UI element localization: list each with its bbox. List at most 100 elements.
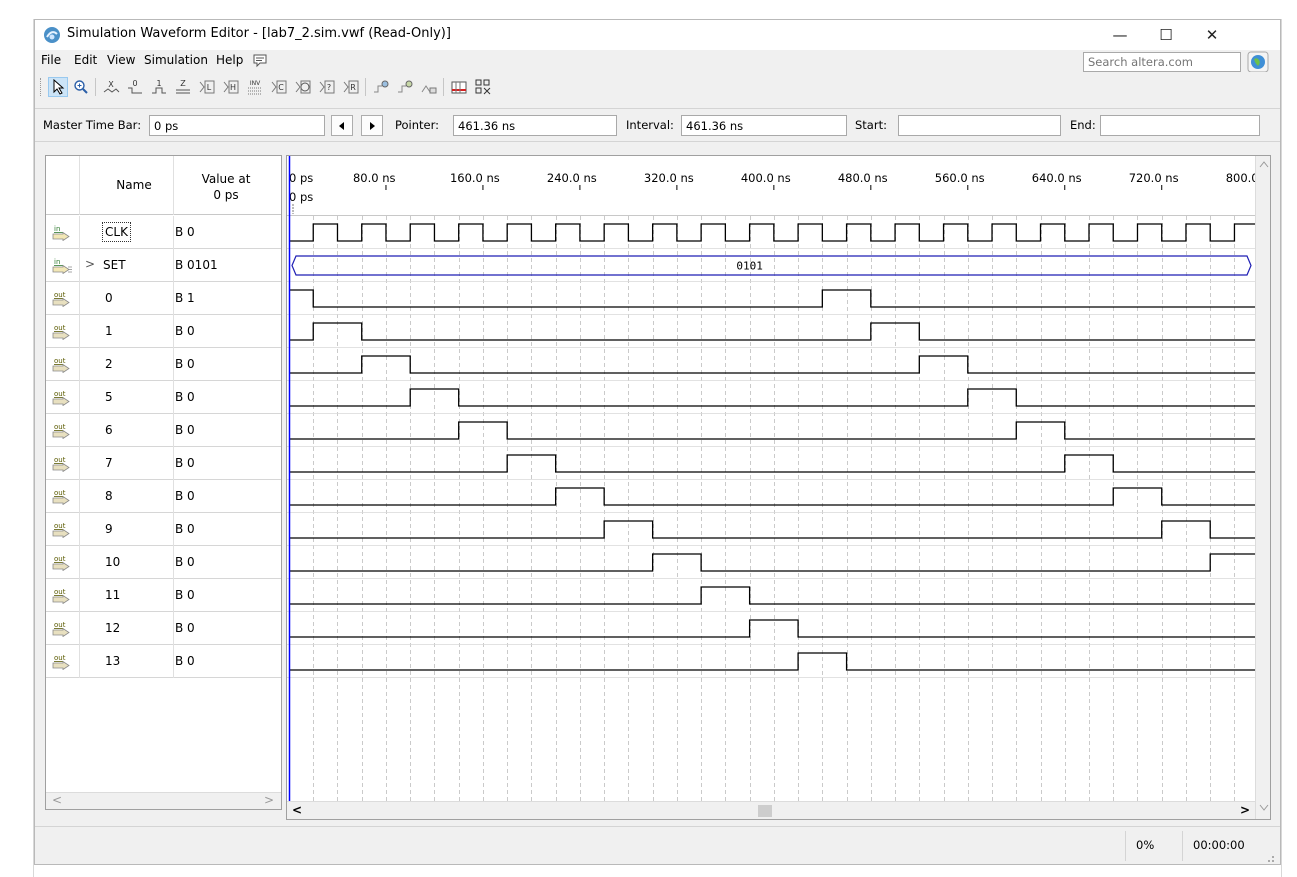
menu-view[interactable]: View: [107, 53, 135, 67]
signal-row[interactable]: in > SET B 0101: [46, 249, 281, 282]
menu-simulation[interactable]: Simulation: [144, 53, 208, 67]
window-title: Simulation Waveform Editor - [lab7_2.sim…: [67, 26, 451, 41]
weak-low-button[interactable]: L: [197, 77, 217, 97]
value-header-line2: 0 ps: [213, 188, 239, 202]
next-transition-button[interactable]: [361, 115, 383, 136]
clock-value-button[interactable]: [293, 77, 313, 97]
signal-name: 10: [105, 555, 121, 569]
toolbar-grip: [40, 78, 43, 96]
input-pin-icon: in: [52, 225, 70, 241]
quartus-app-icon: [44, 27, 60, 43]
signal-row[interactable]: out 2 B 0: [46, 348, 281, 381]
signal-row[interactable]: out 5 B 0: [46, 381, 281, 414]
search-input[interactable]: [1083, 52, 1241, 72]
pointer-input[interactable]: [453, 115, 617, 136]
value-column-header[interactable]: Value at 0 ps: [191, 171, 261, 203]
signal-row[interactable]: in CLK B 0: [46, 216, 281, 249]
output-pin-icon: out: [52, 357, 70, 373]
insert-node-button[interactable]: [395, 77, 415, 97]
signal-row[interactable]: out 6 B 0: [46, 414, 281, 447]
column-separator: [79, 612, 80, 645]
signal-list-horizontal-scrollbar[interactable]: < >: [46, 792, 281, 809]
signal-name: 13: [105, 654, 121, 668]
unknown-value-button[interactable]: X: [101, 77, 121, 97]
scroll-right-arrow[interactable]: >: [1240, 803, 1250, 817]
feedback-icon[interactable]: [252, 53, 268, 69]
output-pin-icon: out: [52, 621, 70, 637]
signal-list-panel: Name Value at 0 ps in CLK B 0 in > SET B 0101 o…: [45, 155, 282, 810]
minimize-button[interactable]: —: [1097, 20, 1143, 50]
svg-text:out: out: [54, 522, 66, 530]
svg-text:0: 0: [132, 79, 137, 88]
column-separator: [79, 513, 80, 546]
title-bar[interactable]: Simulation Waveform Editor - [lab7_2.sim…: [35, 20, 1280, 50]
scroll-up-icon[interactable]: [1259, 160, 1269, 168]
svg-text:out: out: [54, 423, 66, 431]
invert-button[interactable]: INV: [245, 77, 265, 97]
scroll-right-arrow[interactable]: >: [264, 793, 274, 807]
signal-row[interactable]: out 8 B 0: [46, 480, 281, 513]
output-pin-icon: out: [52, 423, 70, 439]
signal-name: 11: [105, 588, 121, 602]
grid-size-button[interactable]: [449, 77, 469, 97]
high-impedance-button[interactable]: Z: [173, 77, 193, 97]
close-button[interactable]: ✕: [1189, 20, 1235, 50]
column-separator: [173, 315, 174, 348]
zoom-tool-button[interactable]: [71, 77, 91, 97]
signal-row[interactable]: out 7 B 0: [46, 447, 281, 480]
scroll-down-icon[interactable]: [1259, 804, 1269, 812]
menu-edit[interactable]: Edit: [74, 53, 97, 67]
waveform-vertical-scrollbar[interactable]: [1255, 156, 1270, 819]
globe-icon[interactable]: [1247, 51, 1269, 73]
output-pin-icon: out: [52, 555, 70, 571]
group-icon: [475, 79, 491, 95]
menu-bar: File Edit View Simulation Help: [35, 50, 1280, 73]
signal-row[interactable]: out 1 B 0: [46, 315, 281, 348]
scroll-left-arrow[interactable]: <: [292, 803, 302, 817]
expand-chevron-icon[interactable]: >: [85, 257, 95, 271]
waveform-compare-button[interactable]: [419, 77, 439, 97]
forcing-high-button[interactable]: 1: [149, 77, 169, 97]
selection-tool-button[interactable]: [48, 77, 68, 97]
snap-to-grid-button[interactable]: [371, 77, 391, 97]
signal-row[interactable]: out 12 B 0: [46, 612, 281, 645]
random-value-button[interactable]: R: [341, 77, 361, 97]
previous-transition-button[interactable]: [331, 115, 353, 136]
svg-text:H: H: [230, 83, 236, 92]
waveform-horizontal-scrollbar[interactable]: < >: [287, 801, 1255, 819]
signal-name: 2: [105, 357, 113, 371]
end-input[interactable]: [1100, 115, 1260, 136]
count-value-button[interactable]: C: [269, 77, 289, 97]
resize-grip-icon[interactable]: [1263, 851, 1275, 863]
weak-high-button[interactable]: H: [221, 77, 241, 97]
signal-row[interactable]: out 0 B 1: [46, 282, 281, 315]
column-separator: [173, 414, 174, 447]
elapsed-time: 00:00:00: [1193, 838, 1245, 852]
scroll-left-arrow[interactable]: <: [52, 793, 62, 807]
waveform-panel[interactable]: 0 ps 80.0 ns 160.0 ns 240.0 ns 320.0 ns 400.0…: [286, 155, 1271, 820]
group-button[interactable]: [473, 77, 493, 97]
simulation-waveform-editor-window: Simulation Waveform Editor - [lab7_2.sim…: [34, 19, 1281, 865]
name-column-header[interactable]: Name: [94, 178, 174, 192]
triangle-right-icon: [370, 121, 375, 130]
scrollbar-thumb[interactable]: [758, 805, 772, 817]
waveform-canvas[interactable]: 0 ps 80.0 ns 160.0 ns 240.0 ns 320.0 ns 400.0…: [287, 156, 1255, 801]
signal-row[interactable]: out 13 B 0: [46, 645, 281, 678]
signal-row[interactable]: out 11 B 0: [46, 579, 281, 612]
interval-input[interactable]: [681, 115, 847, 136]
output-waveform: [289, 520, 1255, 539]
signal-name: 0: [105, 291, 113, 305]
forcing-low-button[interactable]: 0: [125, 77, 145, 97]
start-input[interactable]: [898, 115, 1061, 136]
column-separator: [79, 546, 80, 579]
menu-help[interactable]: Help: [216, 53, 243, 67]
maximize-button[interactable]: ☐: [1143, 20, 1189, 50]
signal-row[interactable]: out 9 B 0: [46, 513, 281, 546]
master-time-bar-input[interactable]: [149, 115, 325, 136]
signal-row[interactable]: out 10 B 0: [46, 546, 281, 579]
time-label: 480.0 ns: [838, 171, 888, 185]
signal-name: 9: [105, 522, 113, 536]
column-separator: [79, 414, 80, 447]
menu-file[interactable]: File: [41, 53, 61, 67]
arbitrary-value-button[interactable]: ?: [317, 77, 337, 97]
